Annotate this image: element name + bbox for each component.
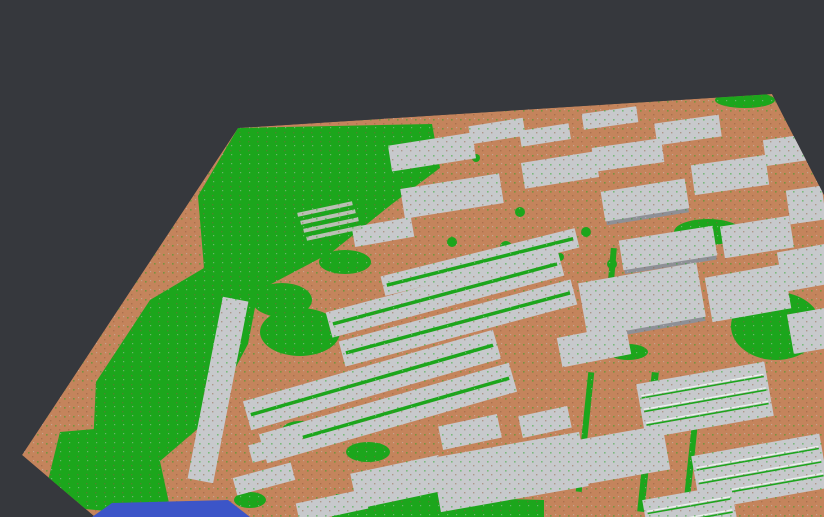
3d-viewport[interactable]: [0, 14, 824, 517]
scene-svg: [0, 0, 824, 517]
application-window: ▤■▦▲◆▯●▣⊘✱✕▦♣●▩◉▨: [0, 0, 824, 517]
